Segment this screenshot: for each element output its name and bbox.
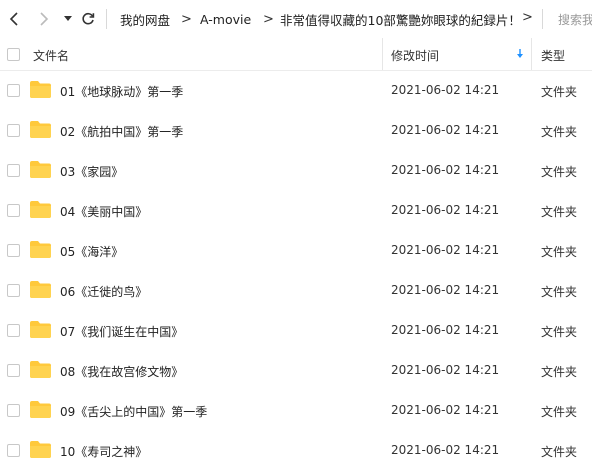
list-item[interactable]: 02《航拍中国》第一季 2021-06-02 14:21 文件夹 <box>0 111 592 151</box>
list-item[interactable]: 06《迁徙的鸟》 2021-06-02 14:21 文件夹 <box>0 271 592 311</box>
row-checkbox[interactable] <box>7 204 20 217</box>
list-item[interactable]: 05《海洋》 2021-06-02 14:21 文件夹 <box>0 231 592 271</box>
file-modified-time: 2021-06-02 14:21 <box>391 323 500 337</box>
file-modified-time: 2021-06-02 14:21 <box>391 203 500 217</box>
file-name[interactable]: 02《航拍中国》第一季 <box>60 123 183 140</box>
file-modified-time: 2021-06-02 14:21 <box>391 403 500 417</box>
file-type: 文件夹 <box>541 205 578 219</box>
chevron-left-icon <box>9 12 18 26</box>
sort-down-arrow-icon[interactable] <box>516 48 524 62</box>
row-checkbox[interactable] <box>7 404 20 417</box>
row-checkbox[interactable] <box>7 444 20 457</box>
folder-icon <box>30 361 51 378</box>
folder-icon <box>30 281 51 298</box>
select-all-checkbox[interactable] <box>7 48 20 61</box>
breadcrumb-item-root[interactable]: 我的网盘 <box>120 10 170 29</box>
search-divider <box>542 9 543 29</box>
file-name[interactable]: 09《舌尖上的中国》第一季 <box>60 403 207 420</box>
toolbar: 我的网盘 > A-movie > 非常值得収藏的10部驚艷妳眼球的紀録片！ > … <box>0 0 592 38</box>
list-item[interactable]: 01《地球脉动》第一季 2021-06-02 14:21 文件夹 <box>0 71 592 111</box>
file-type: 文件夹 <box>541 325 578 339</box>
file-type: 文件夹 <box>541 245 578 259</box>
chevron-right-icon <box>40 12 49 26</box>
file-type: 文件夹 <box>541 365 578 379</box>
back-button[interactable] <box>6 9 22 29</box>
column-header-name[interactable]: 文件名 <box>33 47 69 64</box>
breadcrumb-separator: > <box>181 11 192 27</box>
forward-button[interactable] <box>36 9 52 29</box>
file-name[interactable]: 08《我在故宫修文物》 <box>60 363 183 380</box>
list-item[interactable]: 03《家园》 2021-06-02 14:21 文件夹 <box>0 151 592 191</box>
file-modified-time: 2021-06-02 14:21 <box>391 283 500 297</box>
list-item[interactable]: 04《美丽中国》 2021-06-02 14:21 文件夹 <box>0 191 592 231</box>
column-divider[interactable] <box>382 38 383 70</box>
breadcrumb: 我的网盘 > A-movie > 非常值得収藏的10部驚艷妳眼球的紀録片！ <box>106 9 538 29</box>
file-type: 文件夹 <box>541 165 578 179</box>
file-modified-time: 2021-06-02 14:21 <box>391 83 500 97</box>
history-dropdown-button[interactable] <box>62 9 74 29</box>
list-item[interactable]: 09《舌尖上的中国》第一季 2021-06-02 14:21 文件夹 <box>0 391 592 431</box>
file-modified-time: 2021-06-02 14:21 <box>391 443 500 457</box>
file-modified-time: 2021-06-02 14:21 <box>391 123 500 137</box>
row-checkbox[interactable] <box>7 84 20 97</box>
folder-icon <box>30 121 51 138</box>
column-divider[interactable] <box>531 38 532 70</box>
file-type: 文件夹 <box>541 405 578 419</box>
file-name[interactable]: 01《地球脉动》第一季 <box>60 83 183 100</box>
folder-icon <box>30 241 51 258</box>
row-checkbox[interactable] <box>7 324 20 337</box>
breadcrumb-separator: > <box>263 11 274 27</box>
column-header-modified[interactable]: 修改时间 <box>391 47 439 64</box>
breadcrumb-overflow-arrow[interactable]: > <box>522 10 533 25</box>
list-item[interactable]: 10《寿司之神》 2021-06-02 14:21 文件夹 <box>0 431 592 471</box>
row-checkbox[interactable] <box>7 164 20 177</box>
file-type: 文件夹 <box>541 125 578 139</box>
file-name[interactable]: 06《迁徙的鸟》 <box>60 283 147 300</box>
caret-down-icon <box>64 16 72 21</box>
column-header-type[interactable]: 类型 <box>541 47 565 64</box>
row-checkbox[interactable] <box>7 364 20 377</box>
folder-icon <box>30 201 51 218</box>
folder-icon <box>30 401 51 418</box>
file-name[interactable]: 05《海洋》 <box>60 243 123 260</box>
refresh-button[interactable] <box>80 9 96 29</box>
file-type: 文件夹 <box>541 445 578 459</box>
folder-icon <box>30 441 51 458</box>
breadcrumb-item-folder[interactable]: A-movie <box>200 12 251 27</box>
file-name[interactable]: 10《寿司之神》 <box>60 443 147 460</box>
file-type: 文件夹 <box>541 285 578 299</box>
column-header: 文件名 修改时间 类型 <box>0 38 592 71</box>
file-modified-time: 2021-06-02 14:21 <box>391 243 500 257</box>
row-checkbox[interactable] <box>7 244 20 257</box>
file-name[interactable]: 03《家园》 <box>60 163 123 180</box>
folder-icon <box>30 321 51 338</box>
row-checkbox[interactable] <box>7 284 20 297</box>
list-item[interactable]: 07《我们诞生在中国》 2021-06-02 14:21 文件夹 <box>0 311 592 351</box>
file-name[interactable]: 07《我们诞生在中国》 <box>60 323 183 340</box>
breadcrumb-item-current[interactable]: 非常值得収藏的10部驚艷妳眼球的紀録片！ <box>280 10 521 29</box>
folder-icon <box>30 81 51 98</box>
file-modified-time: 2021-06-02 14:21 <box>391 163 500 177</box>
file-modified-time: 2021-06-02 14:21 <box>391 363 500 377</box>
folder-icon <box>30 161 51 178</box>
search-input[interactable]: 搜索我的 <box>558 11 592 28</box>
list-item[interactable]: 08《我在故宫修文物》 2021-06-02 14:21 文件夹 <box>0 351 592 391</box>
row-checkbox[interactable] <box>7 124 20 137</box>
file-type: 文件夹 <box>541 85 578 99</box>
file-name[interactable]: 04《美丽中国》 <box>60 203 147 220</box>
refresh-icon <box>82 12 95 25</box>
